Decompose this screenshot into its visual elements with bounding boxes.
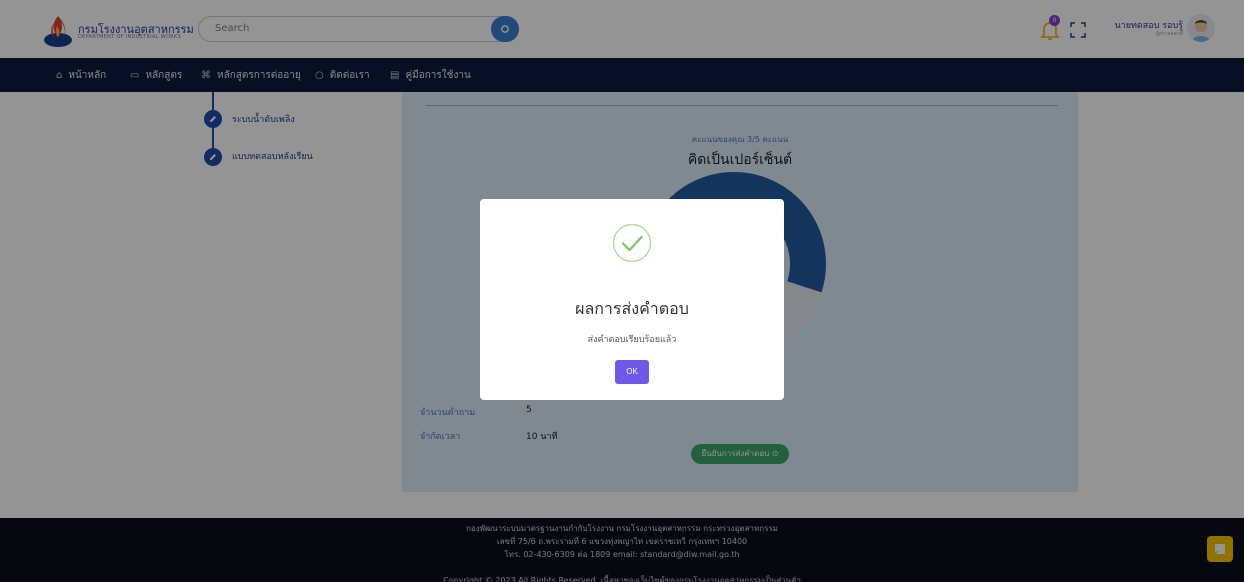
- dialog-message: ส่งคำตอบเรียบร้อยแล้ว: [587, 335, 677, 345]
- result-dialog: ผลการส่งคำตอบ ส่งคำตอบเรียบร้อยแล้ว OK: [480, 199, 784, 400]
- modal-backdrop[interactable]: ผลการส่งคำตอบ ส่งคำตอบเรียบร้อยแล้ว OK: [0, 0, 1244, 582]
- dialog-title: ผลการส่งคำตอบ: [575, 299, 689, 318]
- ok-button[interactable]: OK: [615, 360, 649, 384]
- success-check-icon: [612, 223, 652, 263]
